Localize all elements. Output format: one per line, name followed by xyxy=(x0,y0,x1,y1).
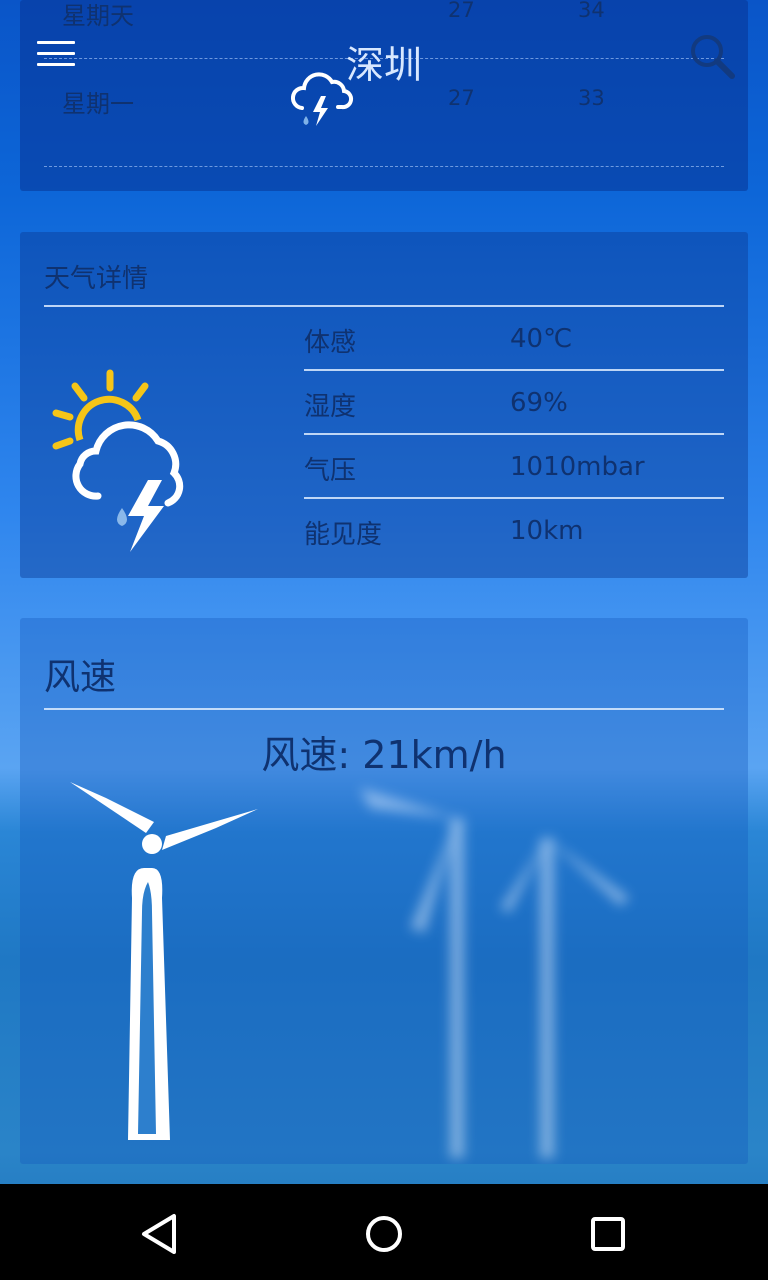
divider xyxy=(304,497,724,499)
card-title: 天气详情 xyxy=(44,264,149,294)
menu-icon[interactable] xyxy=(37,41,75,69)
detail-row-pressure: 气压 1010mbar xyxy=(304,360,724,486)
detail-value: 10km xyxy=(510,516,584,546)
background-turbines-image xyxy=(300,778,740,1164)
navigation-bar xyxy=(0,1184,768,1280)
card-title: 风速 xyxy=(44,657,117,698)
divider xyxy=(44,708,724,710)
wind-speed-text: 风速: 21km/h xyxy=(261,733,507,777)
detail-row-humidity: 湿度 69% xyxy=(304,296,724,422)
divider xyxy=(44,166,724,167)
weather-details-card: 天气详情 体感 40℃ 湿度 69% 气压 1010mbar 能见度 10km xyxy=(20,232,748,578)
detail-row-feels-like: 体感 40℃ xyxy=(304,232,724,358)
recents-icon[interactable] xyxy=(584,1210,632,1258)
top-bar: 深圳 xyxy=(0,0,768,112)
back-icon[interactable] xyxy=(136,1210,184,1258)
search-icon[interactable] xyxy=(688,32,738,82)
detail-label: 能见度 xyxy=(304,520,383,550)
city-title: 深圳 xyxy=(345,43,422,87)
partly-cloudy-thunderstorm-icon xyxy=(50,368,230,557)
wind-card: 风速 风速: 21km/h xyxy=(20,618,748,1164)
detail-row-visibility: 能见度 10km xyxy=(304,424,724,550)
wind-turbine-icon xyxy=(66,778,266,1147)
home-icon[interactable] xyxy=(360,1210,408,1258)
